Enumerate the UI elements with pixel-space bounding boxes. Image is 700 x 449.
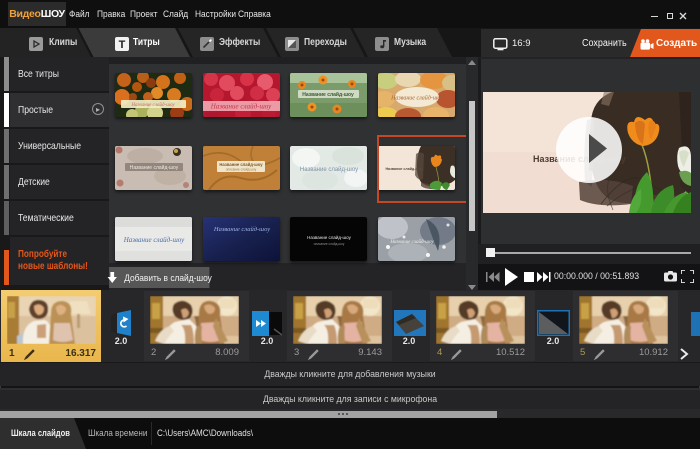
svg-text:T: T <box>119 39 126 51</box>
svg-text:Название слайд-шоу: Название слайд-шоу <box>130 164 179 171</box>
svg-text:Название слайд-шоу: Название слайд-шоу <box>210 103 272 111</box>
svg-text:Название слайд-шоу: Название слайд-шоу <box>300 166 358 173</box>
svg-text:Название слайд-шоу: Название слайд-шоу <box>130 102 175 108</box>
svg-text:Название слайд-шоу: Название слайд-шоу <box>213 226 270 233</box>
svg-text:описание слайд-шоу: описание слайд-шоу <box>314 242 345 246</box>
svg-text:Название слайд-шоу: Название слайд-шоу <box>307 234 351 240</box>
svg-text:Название слайд-шоу: Название слайд-шоу <box>389 239 434 245</box>
svg-text:Название слайд-шоу: Название слайд-шоу <box>219 162 263 167</box>
svg-text:описание слайд шоу: описание слайд шоу <box>226 168 257 172</box>
svg-text:Название слайд-шоу: Название слайд-шоу <box>123 236 185 244</box>
svg-text:Название слайд-шоу: Название слайд-шоу <box>390 95 443 102</box>
svg-text:Название слайд-шоу: Название слайд-шоу <box>302 91 354 98</box>
